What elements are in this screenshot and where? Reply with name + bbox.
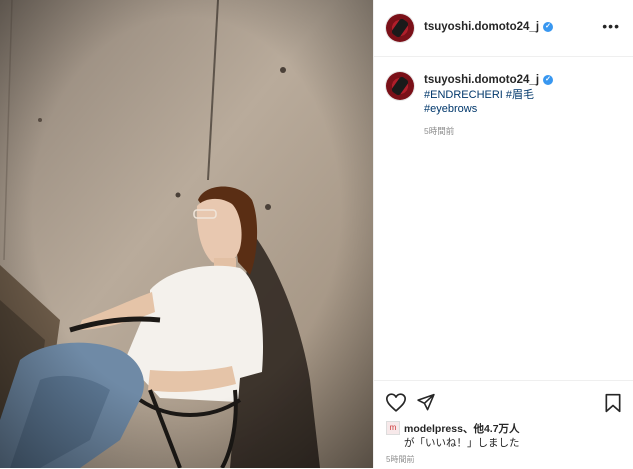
- guitar-icon: [390, 17, 410, 39]
- more-options-icon[interactable]: •••: [602, 18, 620, 34]
- likes-summary: modelpress、他4.7万人: [404, 421, 520, 436]
- guitar-icon: [390, 75, 410, 97]
- likes-count[interactable]: 、他4.7万人: [463, 423, 520, 435]
- likes-suffix-text: が「いいね！」しました: [404, 437, 520, 449]
- post-header: tsuyoshi.domoto24_j ✓ •••: [374, 0, 633, 57]
- post-actions: m modelpress、他4.7万人 が「いいね！」しました 5時間前: [374, 380, 633, 469]
- hashtag-endrecheri[interactable]: #ENDRECHERI: [424, 89, 503, 101]
- liker-avatar-icon[interactable]: m: [386, 421, 400, 435]
- header-username-text[interactable]: tsuyoshi.domoto24_j: [424, 21, 539, 33]
- hashtag-eyebrows[interactable]: #eyebrows: [424, 103, 477, 115]
- photo-illustration: [0, 0, 373, 468]
- post-photo[interactable]: [0, 0, 373, 468]
- header-username[interactable]: tsuyoshi.domoto24_j ✓: [424, 21, 554, 33]
- caption-hashtags: #ENDRECHERI #眉毛 #eyebrows: [424, 88, 534, 116]
- profile-avatar[interactable]: [386, 14, 414, 42]
- caption-avatar[interactable]: [386, 72, 414, 100]
- caption-username-text[interactable]: tsuyoshi.domoto24_j: [424, 74, 539, 86]
- send-icon[interactable]: [416, 393, 436, 412]
- bookmark-icon[interactable]: [604, 393, 622, 413]
- liker-username[interactable]: modelpress: [404, 423, 463, 435]
- caption-timestamp: 5時間前: [424, 126, 455, 136]
- post-side-panel: tsuyoshi.domoto24_j ✓ ••• tsuyoshi.domoto…: [373, 0, 633, 468]
- verified-badge-icon: ✓: [543, 74, 554, 85]
- caption-username[interactable]: tsuyoshi.domoto24_j ✓: [424, 74, 554, 86]
- post-timestamp: 5時間前: [386, 455, 415, 464]
- hashtag-mayuge[interactable]: #眉毛: [506, 89, 534, 101]
- heart-icon[interactable]: [386, 393, 406, 412]
- verified-badge-icon: ✓: [543, 21, 554, 32]
- instagram-post: tsuyoshi.domoto24_j ✓ ••• tsuyoshi.domoto…: [0, 0, 633, 468]
